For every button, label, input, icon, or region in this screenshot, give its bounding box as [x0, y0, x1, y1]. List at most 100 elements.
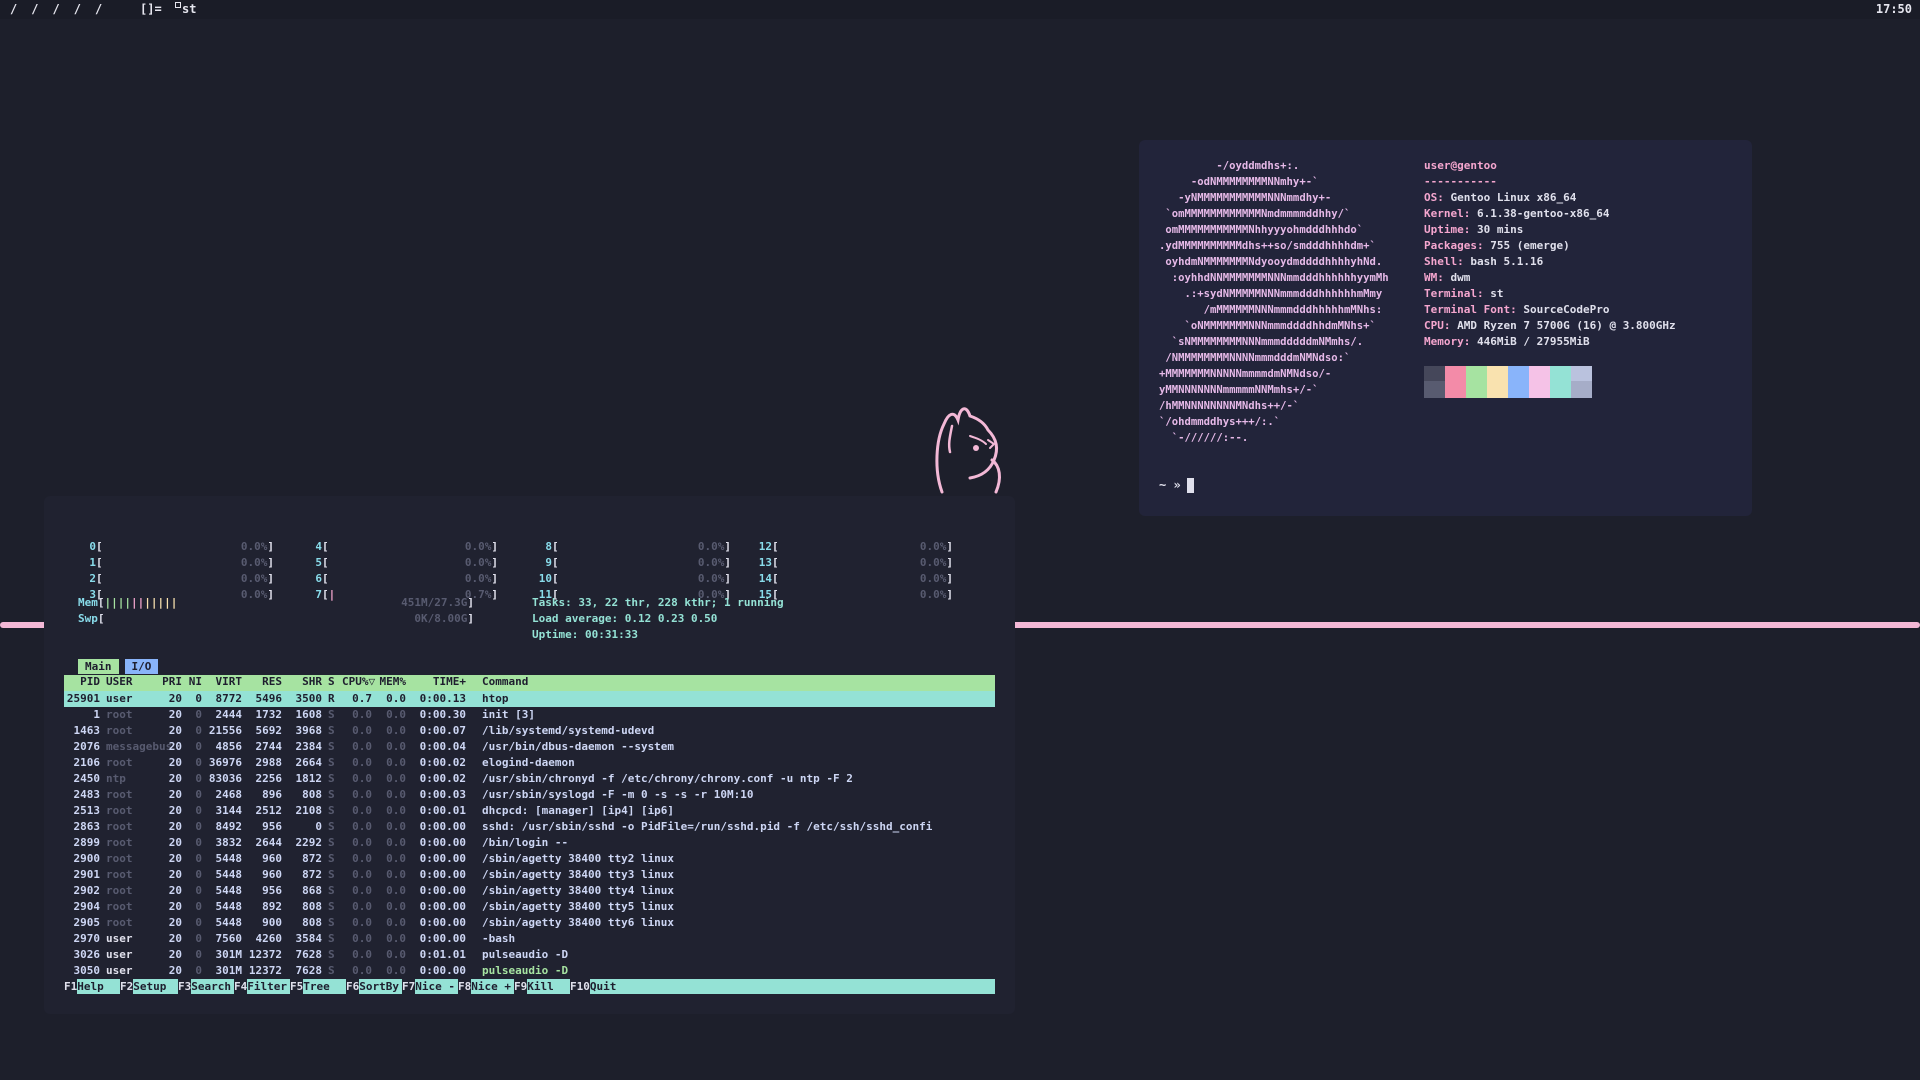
cell-shr: 808 [302, 788, 322, 801]
workspace-tag[interactable]: / [31, 2, 38, 16]
cell-cpu: 0.0 [352, 772, 372, 785]
table-row[interactable]: 2901 root 20 0 5448 960 872 S 0.0 0.0 0:00.00/sbin… [64, 867, 995, 883]
cell-virt: 3144 [215, 804, 243, 817]
column-header[interactable]: NI [184, 675, 202, 688]
cell-mem: 0.0 [386, 708, 406, 721]
tab-main[interactable]: Main [78, 659, 119, 674]
table-row[interactable]: 2899 root 20 0 3832 2644 2292 S 0.0 0.0 0:00.00/bi… [64, 835, 995, 851]
cell-pid: 3026 [73, 948, 101, 961]
workspace-tag[interactable]: / [10, 2, 17, 16]
cell-time: 0:00.00 [419, 884, 466, 897]
table-row[interactable]: 2513 root 20 0 3144 2512 2108 S 0.0 0.0 0:00.01 dhc… [64, 803, 995, 819]
workspace-tag[interactable]: / [52, 2, 59, 16]
cell-cpu: 0.0 [352, 708, 372, 721]
status-bar: / / / / / []= st 17:50 [0, 0, 1920, 19]
column-header[interactable]: TIME+ [410, 675, 466, 688]
cell-ni: 0 [195, 900, 202, 913]
swap-meter: Swp[ [78, 612, 105, 625]
cell-pid: 2106 [73, 756, 101, 769]
table-row[interactable]: 2863 root 20 0 8492 956 0 S 0.0 0.0 0:00.00 sshd: /… [64, 819, 995, 835]
cell-res: 4260 [255, 932, 283, 945]
cell-cmd: /usr/sbin/chronyd -f /etc/chrony/chrony.… [482, 772, 853, 785]
cell-ni: 0 [195, 852, 202, 865]
mem-meter: Mem[||||||||||| [78, 596, 178, 609]
table-row[interactable]: 3026 user 20 0 301M 12372 7628 S 0.0 0.0 0:01.01 pu… [64, 947, 995, 963]
cell-s: S [328, 740, 335, 753]
cell-virt: 2444 [215, 708, 243, 721]
column-header[interactable]: CPU%▽ [342, 675, 375, 688]
cpu-meter-label: 12[ [754, 539, 779, 555]
fkey-setup-button[interactable]: F2 Setup [120, 979, 178, 994]
table-row[interactable]: 2076 messagebus 20 0 4856 2744 2384 S 0.0 0.0 0:00… [64, 739, 995, 755]
table-row[interactable]: 2900 root 20 0 5448 960 872 S 0.0 0.0 0:00.00/sbin… [64, 851, 995, 867]
cell-cmd: /sbin/agetty 38400 tty4 linux [482, 884, 675, 897]
table-row[interactable]: 2106 root 20 0 36976 2988 2664 S 0.0 0.0 0:00.02 el… [64, 755, 995, 771]
cell-pid: 2902 [73, 884, 101, 897]
column-header[interactable]: PID [64, 675, 100, 688]
table-row[interactable]: 2905 root 20 0 5448 900 808 S 0.0 0.0 0:00.00/sbin… [64, 915, 995, 931]
column-header[interactable]: Command [482, 675, 995, 688]
info-key: Shell: [1424, 255, 1471, 268]
cell-s: S [328, 964, 335, 977]
info-value: AMD Ryzen 7 5700G (16) @ 3.800GHz [1457, 319, 1676, 332]
cell-mem: 0.0 [386, 692, 406, 705]
fkey-kill-button[interactable]: F9 Kill [514, 979, 570, 994]
fkey-nice-button[interactable]: F8 Nice + [458, 979, 514, 994]
shell-prompt[interactable]: ~ » [1159, 478, 1194, 493]
swap-label: Swp [78, 612, 98, 625]
column-header[interactable]: RES [246, 675, 282, 688]
cell-virt: 3832 [215, 836, 243, 849]
cell-shr: 3500 [295, 692, 323, 705]
color-swatch-top [1445, 366, 1466, 381]
table-row[interactable]: 2483 root 20 0 2468 896 808 S 0.0 0.0 0:00.03/usr/… [64, 787, 995, 803]
tasks-info: Tasks: 33, 22 thr, 228 kthr; 1 running [532, 596, 784, 609]
cell-shr: 2108 [295, 804, 323, 817]
column-header[interactable]: SHR [286, 675, 322, 688]
meter-bracket: [ [552, 572, 559, 585]
fkey-filter-button[interactable]: F4 Filter [234, 979, 290, 994]
cell-s: S [328, 948, 335, 961]
meter-bracket: ] [267, 540, 274, 553]
column-header[interactable]: MEM% [376, 675, 407, 688]
table-row[interactable]: 2970 user 20 0 7560 4260 3584 S 0.0 0.0 0:00.00 -ba… [64, 931, 995, 947]
uptime-info: Uptime: 00:31:33 [532, 628, 638, 641]
cell-s: S [328, 836, 335, 849]
info-value: bash 5.1.16 [1470, 255, 1544, 268]
column-header[interactable]: PRI [160, 675, 182, 688]
cell-pri: 20 [168, 740, 182, 753]
htop-terminal-window[interactable]: 0[0.0%] 1[0.0%] 2[0.0%] 3[0.0%] 4[0.0%] 5[0.0… [44, 496, 1015, 1014]
cell-time: 0:00.00 [419, 836, 466, 849]
tab-io[interactable]: I/O [124, 659, 159, 674]
fkey-sortby-button[interactable]: F6 SortBy [346, 979, 402, 994]
fkey-nice-button[interactable]: F7 Nice - [402, 979, 458, 994]
cpu-id: 7 [315, 588, 322, 601]
fkey-help-button[interactable]: F1 Help [64, 979, 120, 994]
workspace-tag[interactable]: / [95, 2, 102, 16]
table-row[interactable]: 2902 root 20 0 5448 956 868 S 0.0 0.0 0:00.00/sbin… [64, 883, 995, 899]
meter-bracket: [ [772, 556, 779, 569]
table-row[interactable]: 2450 ntp 20 0 83036 2256 1812 S 0.0 0.0 0:00.02/us… [64, 771, 995, 787]
column-header[interactable]: VIRT [206, 675, 243, 688]
fkey-search-button[interactable]: F3 Search [178, 979, 234, 994]
cell-time: 0:00.07 [419, 724, 466, 737]
neofetch-terminal-window[interactable]: -/oyddmdhs+:. -odNMMMMMMMMNNmhy+-` -yNMM… [1139, 140, 1752, 516]
fkey-quit-button[interactable]: F10 Quit [570, 979, 630, 994]
cell-cpu: 0.0 [352, 740, 372, 753]
cell-res: 1732 [255, 708, 283, 721]
layout-indicator[interactable]: []= [140, 2, 162, 16]
cell-cmd: elogind-daemon [482, 756, 575, 769]
cell-pid: 25901 [66, 692, 100, 705]
column-header[interactable]: S [328, 675, 338, 688]
workspace-tags: / / / / / [10, 2, 102, 16]
workspace-tag[interactable]: / [74, 2, 81, 16]
info-row: Uptime: 30 mins [1424, 222, 1676, 238]
table-row[interactable]: 3050 user 20 0 301M 12372 7628 S 0.0 0.0 0:00.00 pu… [64, 963, 995, 979]
cell-pri: 20 [168, 964, 182, 977]
table-row[interactable]: 1463 root 20 0 21556 5692 3968 S 0.0 0.0 0:00.07/l… [64, 723, 995, 739]
table-row[interactable]: 25901 user 20 0 8772 5496 3500 R 0.7 0.0 0:00.13 ht… [64, 691, 995, 707]
fkey-tree-button[interactable]: F5 Tree [290, 979, 346, 994]
table-row[interactable]: 1 root 20 0 2444 1732 1608 S 0.0 0.0 0:00.30 init [… [64, 707, 995, 723]
table-row[interactable]: 2904 root 20 0 5448 892 808 S 0.0 0.0 0:00.00/sbin… [64, 899, 995, 915]
cell-ni: 0 [195, 804, 202, 817]
cell-pri: 20 [168, 756, 182, 769]
